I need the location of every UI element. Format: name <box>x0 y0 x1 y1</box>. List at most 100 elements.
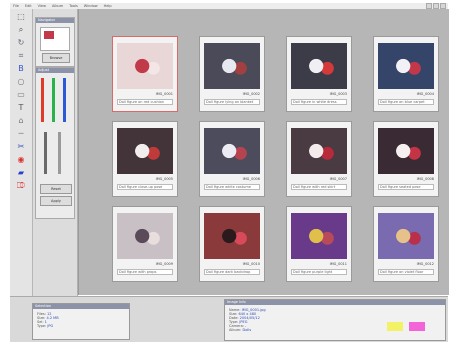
red-tool-icon[interactable]: ⎄ <box>15 180 28 191</box>
thumbnail-image <box>291 43 347 89</box>
text-icon[interactable]: T <box>15 102 28 113</box>
thumbnail-image <box>378 213 434 259</box>
info-row: Album: Dolls <box>229 328 379 332</box>
thumbnail-image <box>117 43 173 89</box>
bottom-panel: Selection Files: 12 Size: 4.2 MB Sel: 1 Typ… <box>10 296 448 342</box>
thumbnail-caption[interactable]: Doll figure dark backdrop <box>204 269 260 275</box>
thumbnail-image <box>117 128 173 174</box>
thumbnail-name: IMG_0004 <box>416 92 434 96</box>
thumbnail-name: IMG_0012 <box>416 262 434 266</box>
thumbnail-caption[interactable]: Doll figure lying on blanket <box>204 99 260 105</box>
thumbnail-name: IMG_0001 <box>155 92 173 96</box>
color-swatch-magenta[interactable] <box>409 322 425 331</box>
thumbnail-card[interactable]: IMG_0002 Doll figure lying on blanket <box>199 36 265 112</box>
selection-value: 4.2 MB <box>46 316 59 320</box>
thumbnail-name: IMG_0007 <box>329 177 347 181</box>
menu-tools[interactable]: Tools <box>69 4 78 8</box>
thumbnail-card[interactable]: IMG_0003 Doll figure in white dress <box>286 36 352 112</box>
navigator-preview <box>40 27 70 51</box>
contrast-slider[interactable] <box>58 132 61 174</box>
tool-strip: ⬚ ⌕ ↻ ⌗ B ○ ▭ T ⌂ ─ ✂ ◉ ▰ ⎄ <box>10 9 33 305</box>
thumbnail-name: IMG_0006 <box>242 177 260 181</box>
info-title: Image Info <box>225 300 445 305</box>
home-icon[interactable]: ⌂ <box>15 115 28 126</box>
thumbnail-image <box>291 128 347 174</box>
thumbnail-caption[interactable]: Doll figure with props <box>117 269 173 275</box>
adjust-box: Adjust Reset Apply <box>35 67 75 219</box>
thumbnail-name: IMG_0011 <box>329 262 347 266</box>
brightness-slider[interactable] <box>44 132 47 174</box>
menu-edit[interactable]: Edit <box>25 4 32 8</box>
thumbnail-caption[interactable]: Doll figure purple light <box>291 269 347 275</box>
cut-icon[interactable]: ✂ <box>15 141 28 152</box>
selection-title: Selection <box>33 304 129 309</box>
thumbnail-caption[interactable]: Doll figure on blue carpet <box>378 99 434 105</box>
thumbnail-card[interactable]: IMG_0011 Doll figure purple light <box>286 206 352 282</box>
menu-album[interactable]: Album <box>52 4 63 8</box>
info-value: Dolls <box>242 328 252 332</box>
thumbnail-caption[interactable]: Doll figure on red cushion <box>117 99 173 105</box>
thumbnail-caption[interactable]: Doll figure seated pose <box>378 184 434 190</box>
menu-list: File Edit View Album Tools Window Help <box>10 4 112 8</box>
thumbnail-caption[interactable]: Doll figure on violet floor <box>378 269 434 275</box>
adjust-title: Adjust <box>36 68 74 73</box>
menu-view[interactable]: View <box>38 4 46 8</box>
zoom-icon[interactable]: ⌕ <box>15 24 28 35</box>
thumbnail-card[interactable]: IMG_0006 Doll figure white costume <box>199 121 265 197</box>
thumbnail-name: IMG_0003 <box>329 92 347 96</box>
thumbnail-image <box>204 43 260 89</box>
folder-icon[interactable]: ▰ <box>15 167 28 178</box>
menu-help[interactable]: Help <box>104 4 112 8</box>
rect-icon[interactable]: ▭ <box>15 89 28 100</box>
selection-rows: Files: 12 Size: 4.2 MB Sel: 1 Type: JPG <box>37 312 59 328</box>
thumbnail-caption[interactable]: Doll figure close-up pose <box>117 184 173 190</box>
crop-icon[interactable]: ⌗ <box>15 50 28 61</box>
thumbnail-name: IMG_0005 <box>155 177 173 181</box>
thumbnail-card[interactable]: IMG_0001 Doll figure on red cushion <box>112 36 178 112</box>
thumbnail-name: IMG_0002 <box>242 92 260 96</box>
info-box: Image Info Name: IMG_0001.jpg Size: 640 x… <box>224 299 446 341</box>
record-icon[interactable]: ◉ <box>15 154 28 165</box>
thumbnail-grid: IMG_0001 Doll figure on red cushion IMG_00… <box>78 9 449 295</box>
info-label: Album: <box>229 328 242 332</box>
thumbnail-name: IMG_0010 <box>242 262 260 266</box>
menu-window[interactable]: Window <box>84 4 98 8</box>
menu-file[interactable]: File <box>13 4 19 8</box>
thumbnail-name: IMG_0009 <box>155 262 173 266</box>
thumbnail-caption[interactable]: Doll figure white costume <box>204 184 260 190</box>
thumbnail-image <box>204 128 260 174</box>
navigator-box: Navigator Browse <box>35 17 75 67</box>
thumbnail-card[interactable]: IMG_0009 Doll figure with props <box>112 206 178 282</box>
selection-box: Selection Files: 12 Size: 4.2 MB Sel: 1 Typ… <box>32 303 130 340</box>
thumbnail-card[interactable]: IMG_0004 Doll figure on blue carpet <box>373 36 439 112</box>
selection-value: JPG <box>47 324 54 328</box>
bold-icon[interactable]: B <box>15 63 28 74</box>
thumbnail-name: IMG_0008 <box>416 177 434 181</box>
thumbnail-image <box>204 213 260 259</box>
thumbnail-card[interactable]: IMG_0007 Doll figure with red skirt <box>286 121 352 197</box>
side-panel: Navigator Browse Adjust Reset Apply <box>33 9 78 305</box>
info-fields: Name: IMG_0001.jpg Size: 640 x 480 Date: 2… <box>229 308 379 332</box>
reset-button[interactable]: Reset <box>40 184 72 194</box>
thumbnail-image <box>378 43 434 89</box>
thumbnail-caption[interactable]: Doll figure in white dress <box>291 99 347 105</box>
apply-button[interactable]: Apply <box>40 196 72 206</box>
green-slider[interactable] <box>52 78 55 122</box>
thumbnail-card[interactable]: IMG_0012 Doll figure on violet floor <box>373 206 439 282</box>
thumbnail-card[interactable]: IMG_0008 Doll figure seated pose <box>373 121 439 197</box>
preview-swatch <box>44 31 54 39</box>
selection-row: Type: JPG <box>37 324 59 328</box>
line-icon[interactable]: ─ <box>15 128 28 139</box>
navigator-title: Navigator <box>36 18 74 23</box>
thumbnail-card[interactable]: IMG_0005 Doll figure close-up pose <box>112 121 178 197</box>
blue-slider[interactable] <box>63 78 66 122</box>
circle-icon[interactable]: ○ <box>15 76 28 87</box>
thumbnail-caption[interactable]: Doll figure with red skirt <box>291 184 347 190</box>
select-icon[interactable]: ⬚ <box>15 11 28 22</box>
color-swatch-yellow[interactable] <box>387 322 403 331</box>
thumbnail-image <box>117 213 173 259</box>
browse-button[interactable]: Browse <box>42 53 70 63</box>
thumbnail-card[interactable]: IMG_0010 Doll figure dark backdrop <box>199 206 265 282</box>
rotate-icon[interactable]: ↻ <box>15 37 28 48</box>
red-slider[interactable] <box>41 78 44 122</box>
